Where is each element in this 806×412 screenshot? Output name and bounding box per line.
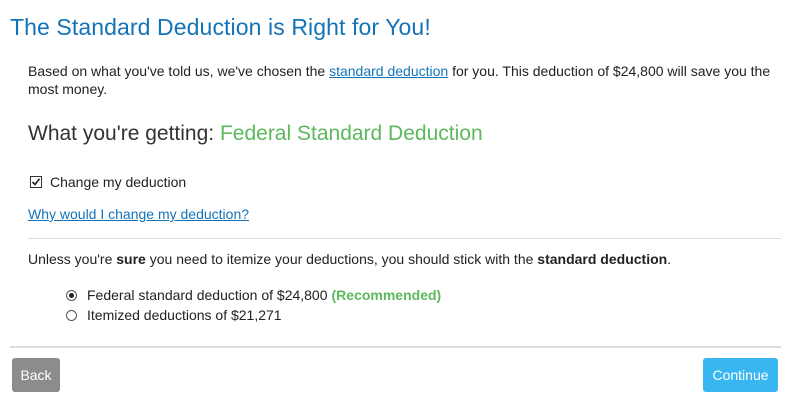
back-button[interactable]: Back	[12, 358, 60, 392]
intro-before: Based on what you've told us, we've chos…	[28, 63, 330, 79]
change-deduction-label: Change my deduction	[50, 174, 187, 190]
advice-part1: Unless you're	[28, 251, 117, 267]
getting-label: What you're getting:	[28, 122, 220, 145]
option-standard-label: Federal standard deduction of $24,800	[87, 287, 328, 303]
advice-emphasis-sure: sure	[116, 251, 146, 267]
option-standard[interactable]: Federal standard deduction of $24,800 (R…	[66, 285, 441, 305]
radio-itemized[interactable]	[66, 309, 77, 321]
section-divider	[28, 238, 781, 239]
deduction-options: Federal standard deduction of $24,800 (R…	[66, 285, 441, 325]
option-itemized[interactable]: Itemized deductions of $21,271	[66, 305, 441, 325]
recommended-badge: (Recommended)	[331, 287, 442, 303]
intro-text: Based on what you've told us, we've chos…	[28, 62, 788, 98]
change-deduction-row[interactable]: Change my deduction	[30, 174, 186, 190]
page-title: The Standard Deduction is Right for You!	[10, 14, 431, 40]
standard-deduction-link[interactable]: standard deduction	[329, 63, 448, 79]
radio-standard[interactable]	[66, 289, 77, 301]
advice-part3: .	[667, 251, 672, 267]
getting-value: Federal Standard Deduction	[219, 122, 483, 145]
continue-button[interactable]: Continue	[703, 358, 778, 392]
why-change-link[interactable]: Why would I change my deduction?	[28, 206, 249, 222]
advice-text: Unless you're sure you need to itemize y…	[28, 251, 671, 267]
change-deduction-checkbox[interactable]	[30, 176, 42, 188]
advice-emphasis-standard: standard deduction	[537, 251, 668, 267]
checkmark-icon	[31, 178, 41, 186]
advice-part2: you need to itemize your deductions, you…	[145, 251, 538, 267]
footer-divider	[10, 346, 781, 348]
deduction-summary: What you're getting: Federal Standard De…	[28, 122, 483, 146]
option-itemized-label: Itemized deductions of $21,271	[87, 307, 282, 323]
